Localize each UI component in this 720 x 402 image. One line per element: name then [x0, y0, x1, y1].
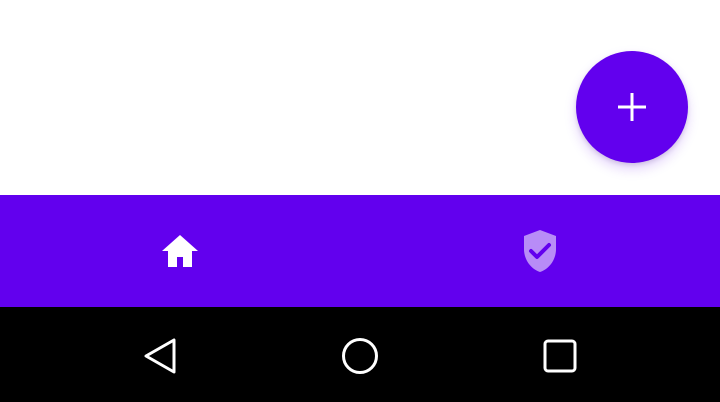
home-circle-icon	[342, 338, 378, 374]
add-fab-button[interactable]	[576, 51, 688, 163]
system-navigation-bar	[0, 307, 720, 402]
bottom-navigation-bar	[0, 195, 720, 307]
app-screen	[0, 0, 720, 402]
system-recents-button[interactable]	[540, 336, 580, 376]
verified-shield-icon	[524, 230, 556, 272]
nav-item-home[interactable]	[0, 195, 360, 307]
system-back-button[interactable]	[140, 336, 180, 376]
recents-square-icon	[543, 339, 577, 373]
home-icon	[162, 235, 198, 267]
back-triangle-icon	[144, 338, 176, 374]
plus-icon	[618, 93, 646, 121]
nav-item-security[interactable]	[360, 195, 720, 307]
system-home-button[interactable]	[340, 336, 380, 376]
